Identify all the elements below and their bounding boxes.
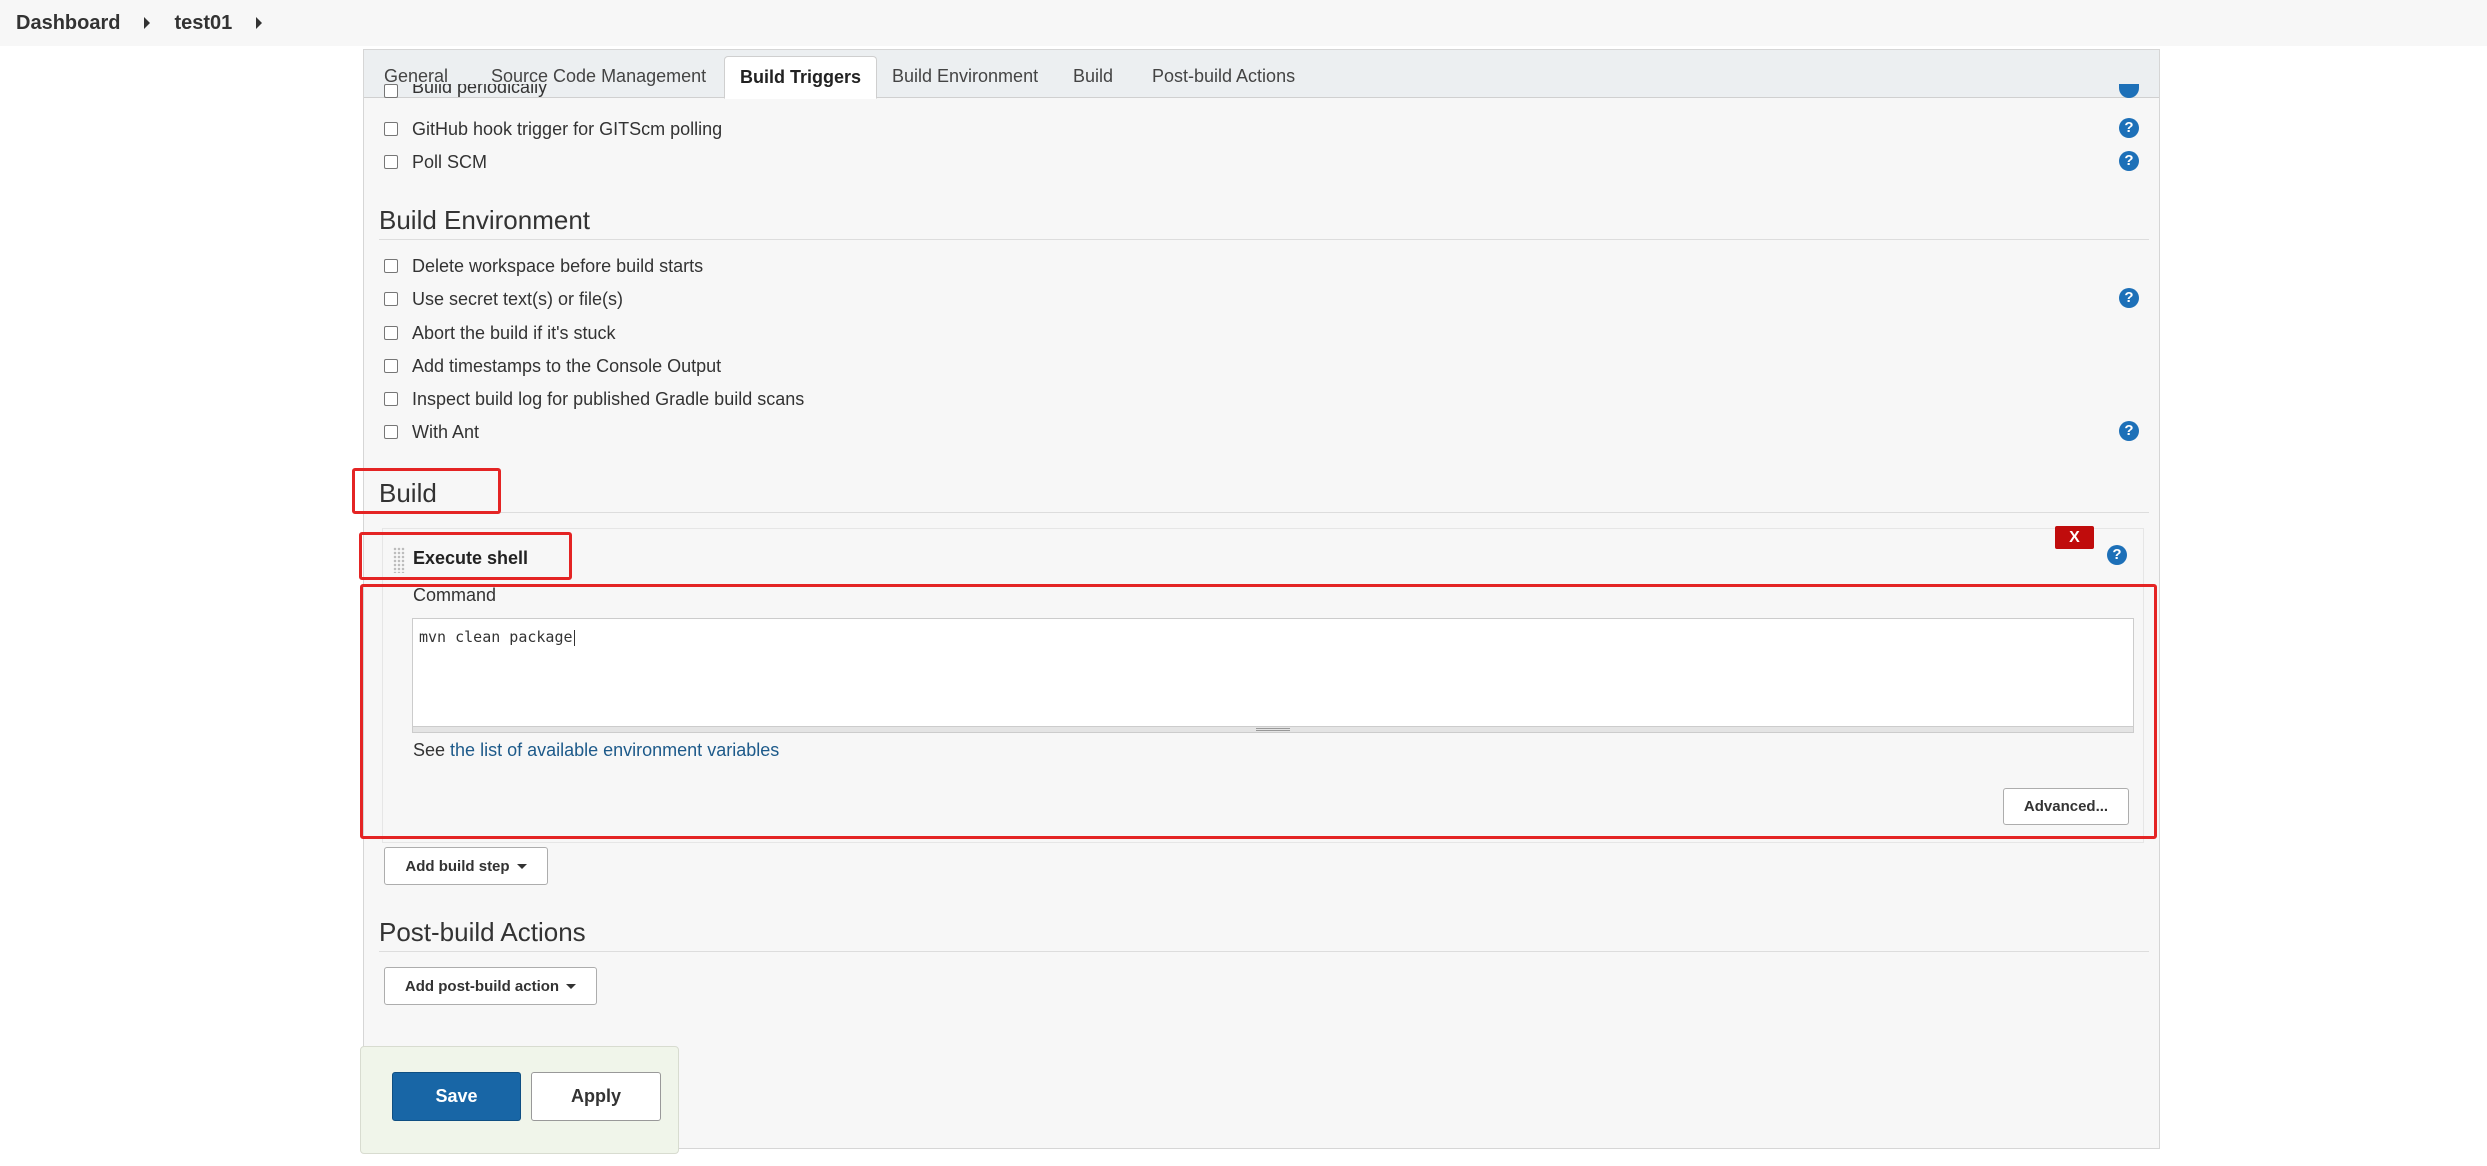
breadcrumb-separator-icon[interactable] xyxy=(256,17,263,29)
apply-button[interactable]: Apply xyxy=(531,1072,661,1121)
section-title-post-build: Post-build Actions xyxy=(379,917,586,947)
checkbox[interactable] xyxy=(384,155,398,169)
trigger-github-hook[interactable]: GitHub hook trigger for GITScm polling xyxy=(384,116,722,142)
help-icon[interactable]: ? xyxy=(2119,151,2139,171)
trigger-build-periodically[interactable]: Build periodically xyxy=(384,84,547,98)
env-use-secret[interactable]: Use secret text(s) or file(s) xyxy=(384,286,623,312)
section-divider xyxy=(379,951,2149,952)
checkbox[interactable] xyxy=(384,425,398,439)
add-build-step-button[interactable]: Add build step xyxy=(384,847,548,885)
chevron-down-icon xyxy=(516,863,527,869)
highlight-box-execute-shell xyxy=(359,532,572,580)
env-abort-stuck[interactable]: Abort the build if it's stuck xyxy=(384,320,616,346)
checkbox[interactable] xyxy=(384,359,398,373)
trigger-label: GitHub hook trigger for GITScm polling xyxy=(412,118,723,139)
checkbox[interactable] xyxy=(384,326,398,340)
highlight-box-command xyxy=(360,584,2157,839)
add-post-build-action-label: Add post-build action xyxy=(404,977,560,995)
tab-post-build-actions[interactable]: Post-build Actions xyxy=(1137,56,1310,99)
env-add-timestamps[interactable]: Add timestamps to the Console Output xyxy=(384,353,721,379)
config-tab-bar: General Source Code Management Build Tri… xyxy=(364,50,2159,99)
section-divider xyxy=(379,239,2149,240)
env-label: With Ant xyxy=(412,421,480,442)
add-post-build-action-button[interactable]: Add post-build action xyxy=(384,967,597,1005)
env-inspect-gradle[interactable]: Inspect build log for published Gradle b… xyxy=(384,386,804,412)
env-label: Abort the build if it's stuck xyxy=(412,322,616,343)
tab-build-triggers[interactable]: Build Triggers xyxy=(724,56,878,99)
breadcrumb-bar: Dashboard test01 xyxy=(0,0,2487,46)
delete-step-button[interactable]: X xyxy=(2055,526,2094,549)
env-label: Delete workspace before build starts xyxy=(412,255,704,276)
save-button[interactable]: Save xyxy=(392,1072,521,1121)
add-build-step-label: Add build step xyxy=(405,857,510,875)
tab-build-environment[interactable]: Build Environment xyxy=(877,56,1053,99)
save-bar: Save Apply xyxy=(360,1046,679,1154)
chevron-down-icon xyxy=(566,983,577,989)
help-icon[interactable]: ? xyxy=(2119,421,2139,441)
tab-build[interactable]: Build xyxy=(1058,56,1128,99)
checkbox[interactable] xyxy=(384,84,398,98)
env-label: Use secret text(s) or file(s) xyxy=(412,288,624,309)
env-with-ant[interactable]: With Ant xyxy=(384,419,479,445)
env-delete-workspace[interactable]: Delete workspace before build starts xyxy=(384,253,703,279)
trigger-poll-scm[interactable]: Poll SCM xyxy=(384,149,487,175)
breadcrumb-separator-icon[interactable] xyxy=(144,17,151,29)
section-divider xyxy=(379,512,2149,513)
checkbox[interactable] xyxy=(384,122,398,136)
checkbox[interactable] xyxy=(384,392,398,406)
section-title-build-environment: Build Environment xyxy=(379,205,590,235)
checkbox[interactable] xyxy=(384,292,398,306)
env-label: Inspect build log for published Gradle b… xyxy=(412,388,805,409)
help-icon[interactable]: ? xyxy=(2119,118,2139,138)
highlight-box-build xyxy=(352,468,501,514)
help-icon[interactable]: ? xyxy=(2107,545,2127,565)
trigger-label: Build periodically xyxy=(412,84,548,97)
env-label: Add timestamps to the Console Output xyxy=(412,355,722,376)
help-icon[interactable]: ? xyxy=(2119,288,2139,308)
checkbox[interactable] xyxy=(384,259,398,273)
trigger-label: Poll SCM xyxy=(412,151,488,172)
breadcrumb-dashboard[interactable]: Dashboard xyxy=(16,12,120,35)
breadcrumb-job[interactable]: test01 xyxy=(174,12,232,35)
